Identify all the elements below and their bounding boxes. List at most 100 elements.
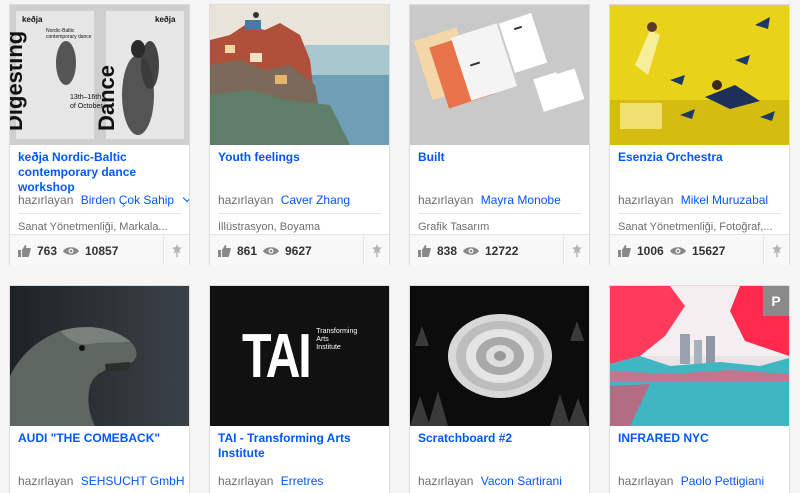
project-title[interactable]: Youth feelings xyxy=(210,150,389,184)
views-stat: 12722 xyxy=(463,244,518,258)
views-count: 10857 xyxy=(85,244,119,258)
views-stat: 9627 xyxy=(263,244,312,258)
svg-text:keðja: keðja xyxy=(155,15,176,24)
project-title[interactable]: Built xyxy=(410,150,589,184)
project-byline: hazırlayan Mikel Muruzabal xyxy=(610,193,789,209)
featured-button[interactable] xyxy=(563,235,589,265)
project-thumbnail[interactable] xyxy=(410,5,589,145)
appreciations-stat: 763 xyxy=(18,244,57,258)
premium-badge: P xyxy=(763,286,789,316)
project-byline: hazırlayan Vacon Sartirani xyxy=(410,474,589,490)
views-stat: 10857 xyxy=(63,244,118,258)
appreciations-count: 1006 xyxy=(637,244,664,258)
project-stats: 763 10857 xyxy=(10,234,189,265)
divider xyxy=(618,213,781,214)
views-count: 12722 xyxy=(485,244,519,258)
project-title[interactable]: INFRARED NYC xyxy=(610,431,789,465)
svg-text:keðja: keðja xyxy=(22,15,43,24)
eye-icon xyxy=(670,247,686,255)
divider xyxy=(18,213,181,214)
byline-prefix: hazırlayan xyxy=(418,474,474,488)
project-byline: hazırlayan SEHSUCHT GmbH xyxy=(10,474,189,490)
project-owner-link[interactable]: Vacon Sartirani xyxy=(481,474,562,488)
project-stats: 861 9627 xyxy=(210,234,389,265)
divider xyxy=(218,213,381,214)
svg-text:of October: of October xyxy=(70,103,103,110)
project-thumbnail[interactable]: P xyxy=(610,286,789,426)
byline-prefix: hazırlayan xyxy=(618,193,674,207)
project-thumbnail[interactable]: Digesting Dance keðja keðja Nordic-Balti… xyxy=(10,5,189,145)
project-title[interactable]: keðja Nordic-Baltic contemporary dance w… xyxy=(10,150,189,194)
project-owner-link[interactable]: Birden Çok Sahip xyxy=(81,193,174,207)
svg-text:contemporary dance: contemporary dance xyxy=(46,34,92,40)
project-thumbnail[interactable] xyxy=(10,286,189,426)
tai-logo-line: Institute xyxy=(316,344,341,351)
project-stats: 1006 15627 xyxy=(610,234,789,265)
byline-prefix: hazırlayan xyxy=(618,474,674,488)
appreciations-stat: 838 xyxy=(418,244,457,258)
svg-text:13th–16th: 13th–16th xyxy=(70,94,101,101)
tai-logo-line: Transforming xyxy=(316,328,358,335)
appreciations-stat: 1006 xyxy=(618,244,664,258)
views-stat: 15627 xyxy=(670,244,725,258)
project-owner-link[interactable]: Mikel Muruzabal xyxy=(681,193,768,207)
byline-prefix: hazırlayan xyxy=(218,474,274,488)
featured-button[interactable] xyxy=(163,235,189,265)
ribbon-icon xyxy=(571,243,582,257)
byline-prefix: hazırlayan xyxy=(418,193,474,207)
eye-icon xyxy=(263,247,279,255)
appreciations-count: 861 xyxy=(237,244,258,258)
thumbs-up-icon xyxy=(418,245,431,257)
project-title[interactable]: AUDI "THE COMEBACK" xyxy=(10,431,189,465)
project-card[interactable]: Youth feelings hazırlayan Caver Zhang İl… xyxy=(209,4,390,265)
views-count: 9627 xyxy=(285,244,312,258)
project-byline: hazırlayan Erretres xyxy=(210,474,389,490)
project-card[interactable]: Esenzia Orchestra hazırlayan Mikel Muruz… xyxy=(609,4,790,265)
ribbon-icon xyxy=(771,243,782,257)
chevron-down-icon[interactable] xyxy=(183,193,189,203)
project-byline: hazırlayan Birden Çok Sahip xyxy=(10,193,189,209)
eye-icon xyxy=(63,247,79,255)
project-stats: 838 12722 xyxy=(410,234,589,265)
project-owner-link[interactable]: Mayra Monobe xyxy=(481,193,561,207)
featured-button[interactable] xyxy=(363,235,389,265)
project-thumbnail[interactable]: TAI Transforming Arts Institute xyxy=(210,286,389,426)
ribbon-icon xyxy=(371,243,382,257)
project-thumbnail[interactable] xyxy=(610,5,789,145)
project-title[interactable]: TAI - Transforming Arts Institute xyxy=(210,431,389,465)
ribbon-icon xyxy=(171,243,182,257)
project-owner-link[interactable]: Erretres xyxy=(281,474,324,488)
project-byline: hazırlayan Paolo Pettigiani xyxy=(610,474,789,490)
thumbs-up-icon xyxy=(218,245,231,257)
project-card[interactable]: P INFRARED NYC hazırlayan Paolo Pettigia… xyxy=(609,285,790,493)
project-thumbnail[interactable] xyxy=(410,286,589,426)
eye-icon xyxy=(463,247,479,255)
tai-logo-mark: TAI xyxy=(242,322,312,391)
poster-big-text: Digesting xyxy=(10,31,27,131)
project-byline: hazırlayan Caver Zhang xyxy=(210,193,389,209)
tai-logo: TAI Transforming Arts Institute xyxy=(242,326,357,388)
project-card[interactable]: AUDI "THE COMEBACK" hazırlayan SEHSUCHT … xyxy=(9,285,190,493)
byline-prefix: hazırlayan xyxy=(18,193,74,207)
project-card[interactable]: Built hazırlayan Mayra Monobe Grafik Tas… xyxy=(409,4,590,265)
project-card[interactable]: TAI Transforming Arts Institute TAI - Tr… xyxy=(209,285,390,493)
appreciations-count: 838 xyxy=(437,244,458,258)
byline-prefix: hazırlayan xyxy=(218,193,274,207)
project-title[interactable]: Esenzia Orchestra xyxy=(610,150,789,184)
tai-logo-line: Arts xyxy=(316,336,329,343)
views-count: 15627 xyxy=(692,244,726,258)
project-owner-link[interactable]: SEHSUCHT GmbH xyxy=(81,474,185,488)
project-title[interactable]: Scratchboard #2 xyxy=(410,431,589,465)
thumbs-up-icon xyxy=(618,245,631,257)
project-card[interactable]: Digesting Dance keðja keðja Nordic-Balti… xyxy=(9,4,190,265)
featured-button[interactable] xyxy=(763,235,789,265)
project-owner-link[interactable]: Caver Zhang xyxy=(281,193,350,207)
project-card[interactable]: Scratchboard #2 hazırlayan Vacon Sartira… xyxy=(409,285,590,493)
appreciations-stat: 861 xyxy=(218,244,257,258)
byline-prefix: hazırlayan xyxy=(18,474,74,488)
project-byline: hazırlayan Mayra Monobe xyxy=(410,193,589,209)
project-owner-link[interactable]: Paolo Pettigiani xyxy=(681,474,764,488)
thumbs-up-icon xyxy=(18,245,31,257)
project-thumbnail[interactable] xyxy=(210,5,389,145)
divider xyxy=(418,213,581,214)
